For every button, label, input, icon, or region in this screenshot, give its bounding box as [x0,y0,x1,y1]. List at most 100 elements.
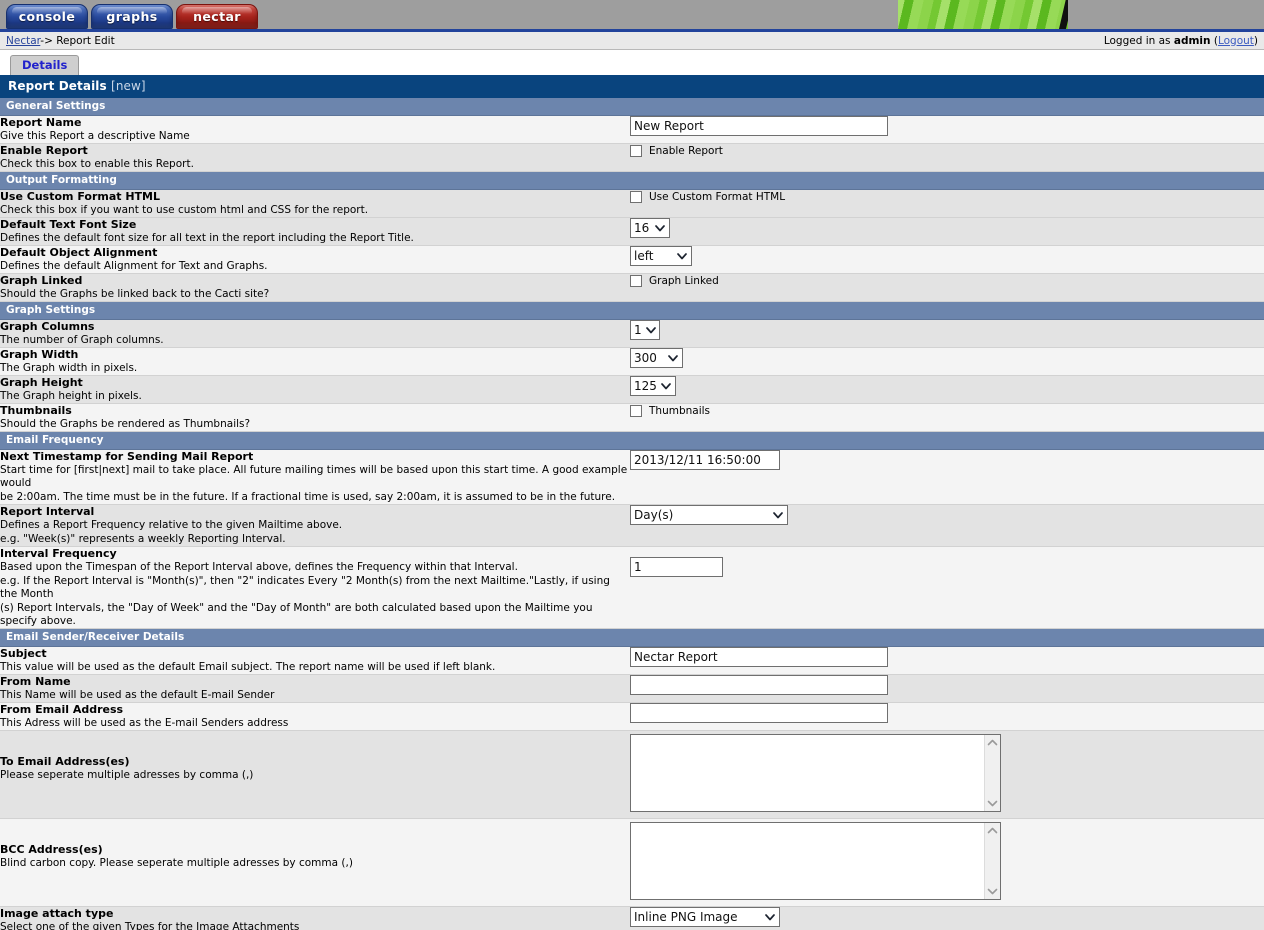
enable-report-desc: Check this box to enable this Report. [0,158,194,170]
row-image-attach: Image attach type Select one of the give… [0,906,1264,930]
section-general-label: General Settings [6,100,106,112]
report-name-input[interactable]: New Report [630,116,888,136]
row-from-name: From Name This Name will be used as the … [0,674,1264,703]
from-email-desc: This Adress will be used as the E-mail S… [0,717,289,729]
report-interval-value: Day(s) [634,508,674,522]
section-output-label: Output Formatting [6,174,117,186]
report-interval-label: Report Interval [0,505,95,518]
report-settings-table: General Settings Report Name Give this R… [0,98,1264,930]
section-header-general: General Settings [0,98,1264,116]
to-email-scrollbar[interactable] [984,735,1000,811]
breadcrumb-path: Nectar-> Report Edit [6,35,1104,47]
tab-details[interactable]: Details [10,55,80,75]
scroll-down-icon[interactable] [987,888,998,895]
section-header-email-details: Email Sender/Receiver Details [0,628,1264,647]
custom-html-checkbox-label: Use Custom Format HTML [649,191,786,203]
chevron-down-icon [667,354,682,362]
login-status-user: admin [1173,34,1211,47]
bcc-textarea[interactable] [630,822,1001,900]
enable-report-checkbox-label: Enable Report [649,145,723,157]
subject-desc: This value will be used as the default E… [0,661,496,673]
graph-height-label: Graph Height [0,376,83,389]
logout-link[interactable]: Logout [1218,35,1254,47]
row-graph-linked: Graph Linked Should the Graphs be linked… [0,273,1264,302]
breadcrumb-current: Report Edit [56,34,115,47]
report-interval-select[interactable]: Day(s) [630,505,788,525]
image-attach-value: Inline PNG Image [634,910,738,924]
row-graph-columns: Graph Columns The number of Graph column… [0,319,1264,348]
page-tab-strip: Details [0,50,1264,75]
interval-frequency-desc-line2: e.g. If the Report Interval is "Month(s)… [0,575,610,600]
graph-height-desc: The Graph height in pixels. [0,390,142,402]
subject-input[interactable]: Nectar Report [630,647,888,667]
chevron-down-icon [645,326,659,334]
panel-title-bar: Report Details [new] [0,75,1264,98]
graph-width-value: 300 [634,351,657,365]
graph-columns-label: Graph Columns [0,320,95,333]
interval-frequency-label: Interval Frequency [0,547,117,560]
graph-height-value: 125 [634,379,657,393]
image-attach-desc: Select one of the given Types for the Im… [0,921,300,930]
to-email-textarea[interactable] [630,734,1001,812]
report-interval-desc-line1: Defines a Report Frequency relative to t… [0,519,343,531]
section-email-frequency-label: Email Frequency [6,434,104,446]
image-attach-select[interactable]: Inline PNG Image [630,907,780,927]
nectar-report-edit-page: console graphs nectar Nectar-> Report Ed… [0,0,1264,930]
nav-tab-console[interactable]: console [6,4,88,29]
green-stripes-banner-icon [898,0,1068,29]
graph-linked-checkbox[interactable] [630,275,642,287]
custom-html-checkbox[interactable] [630,191,642,203]
graph-width-desc: The Graph width in pixels. [0,362,138,374]
font-size-select[interactable]: 16 [630,218,670,238]
alignment-desc: Defines the default Alignment for Text a… [0,260,268,272]
alignment-select[interactable]: left [630,246,692,266]
row-font-size: Default Text Font Size Defines the defau… [0,217,1264,246]
graph-width-select[interactable]: 300 [630,348,683,368]
graph-height-select[interactable]: 125 [630,376,676,396]
bcc-scrollbar[interactable] [984,823,1000,899]
row-report-name: Report Name Give this Report a descripti… [0,115,1264,144]
scroll-down-icon[interactable] [987,800,998,807]
thumbnails-checkbox[interactable] [630,405,642,417]
enable-report-checkbox[interactable] [630,145,642,157]
graph-columns-select[interactable]: 1 [630,320,660,340]
breadcrumb-separator: -> [40,34,53,47]
from-name-desc: This Name will be used as the default E-… [0,689,275,701]
next-timestamp-desc-line1: Start time for [first|next] mail to take… [0,464,628,489]
row-bcc: BCC Address(es) Blind carbon copy. Pleas… [0,818,1264,907]
graph-columns-value: 1 [634,323,642,337]
login-status-prefix: Logged in as [1103,34,1171,47]
from-email-input[interactable] [630,703,888,723]
page-title-state: [new] [111,79,146,93]
nav-tab-nectar-label: nectar [193,9,241,24]
graph-linked-label: Graph Linked [0,274,83,287]
next-timestamp-input[interactable]: 2013/12/11 16:50:00 [630,450,780,470]
chevron-down-icon [654,224,669,232]
nav-tab-graphs[interactable]: graphs [91,4,173,29]
interval-frequency-input[interactable]: 1 [630,557,723,577]
interval-frequency-desc-line3: (s) Report Intervals, the "Day of Week" … [0,602,593,627]
alignment-label: Default Object Alignment [0,246,158,259]
row-from-email: From Email Address This Adress will be u… [0,702,1264,731]
font-size-value: 16 [634,221,650,235]
breadcrumb-link-nectar[interactable]: Nectar [6,35,40,47]
main-nav-tabs: console graphs nectar [6,0,258,29]
report-name-label: Report Name [0,116,82,129]
row-graph-width: Graph Width The Graph width in pixels. 3… [0,347,1264,376]
nav-tab-graphs-label: graphs [106,9,158,24]
chevron-down-icon [764,913,779,921]
row-report-interval: Report Interval Defines a Report Frequen… [0,504,1264,547]
nav-tab-console-label: console [18,9,76,24]
custom-html-label: Use Custom Format HTML [0,190,161,203]
chevron-down-icon [661,382,675,390]
nav-tab-nectar[interactable]: nectar [176,4,258,29]
scroll-up-icon[interactable] [987,739,998,746]
scroll-up-icon[interactable] [987,827,998,834]
subject-label: Subject [0,647,47,660]
thumbnails-checkbox-label: Thumbnails [649,405,711,417]
section-graph-label: Graph Settings [6,304,96,316]
row-graph-height: Graph Height The Graph height in pixels.… [0,375,1264,404]
row-enable-report: Enable Report Check this box to enable t… [0,143,1264,172]
from-name-input[interactable] [630,675,888,695]
row-interval-frequency: Interval Frequency Based upon the Timesp… [0,546,1264,629]
